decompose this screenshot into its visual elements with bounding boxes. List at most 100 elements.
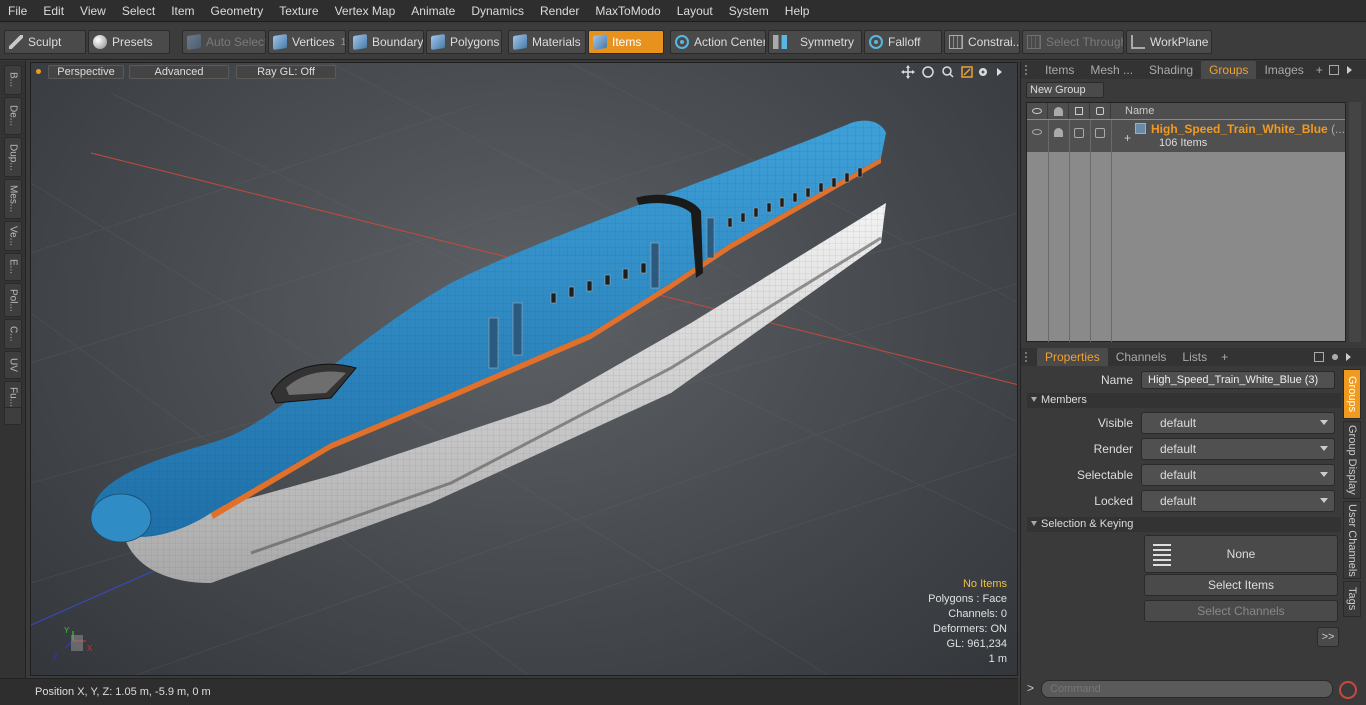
none-button[interactable]: None bbox=[1144, 535, 1338, 573]
select-items-button[interactable]: Select Items bbox=[1144, 574, 1338, 596]
row-eye-icon[interactable] bbox=[1032, 129, 1042, 135]
tab-lists[interactable]: Lists bbox=[1174, 348, 1215, 366]
left-tab-5[interactable]: E... bbox=[4, 253, 22, 281]
panel-menu-icon[interactable] bbox=[1346, 66, 1352, 74]
menu-dynamics[interactable]: Dynamics bbox=[463, 0, 532, 22]
constraints-button[interactable]: Constrai... bbox=[944, 30, 1020, 54]
scene-canvas: Y X Z bbox=[31, 63, 1017, 675]
left-tab-8[interactable]: UV bbox=[4, 351, 22, 379]
left-tab-4[interactable]: Ve... bbox=[4, 221, 22, 251]
menu-texture[interactable]: Texture bbox=[271, 0, 326, 22]
vtab-user-channels[interactable]: User Channels bbox=[1343, 501, 1361, 579]
panel-menu-icon-2[interactable] bbox=[1346, 353, 1352, 361]
3d-viewport[interactable]: Perspective Advanced Ray GL: Off Y X Z N… bbox=[30, 62, 1018, 676]
falloff-icon bbox=[869, 35, 883, 49]
row-lock-icon[interactable] bbox=[1095, 128, 1105, 138]
render-label: Render bbox=[1093, 442, 1133, 456]
add-tab-button[interactable]: + bbox=[1312, 61, 1327, 79]
render-dropdown[interactable]: default bbox=[1141, 438, 1335, 460]
main-toolbar: Sculpt Presets Auto Select Vertices 1 Bou… bbox=[0, 24, 1366, 60]
menu-render[interactable]: Render bbox=[532, 0, 587, 22]
row-select-icon[interactable] bbox=[1074, 128, 1084, 138]
items-button[interactable]: Items bbox=[588, 30, 664, 54]
left-tab-6[interactable]: Pol... bbox=[4, 283, 22, 317]
tab-shading[interactable]: Shading bbox=[1141, 61, 1201, 79]
add-prop-tab-button[interactable]: + bbox=[1215, 348, 1234, 366]
menu-item[interactable]: Item bbox=[163, 0, 202, 22]
command-prompt: > bbox=[1027, 681, 1035, 695]
selectable-dropdown[interactable]: default bbox=[1141, 464, 1335, 486]
left-tool-tabs: B... De... Dup... Mes... Ve... E... Pol... C...… bbox=[0, 61, 26, 681]
menu-geometry[interactable]: Geometry bbox=[203, 0, 272, 22]
left-tab-toggle-button[interactable] bbox=[4, 407, 22, 425]
select-through-button[interactable]: Select Through bbox=[1022, 30, 1124, 54]
groups-scrollbar[interactable] bbox=[1349, 102, 1361, 342]
polygons-button[interactable]: Polygons bbox=[426, 30, 502, 54]
action-center-button[interactable]: Action Center bbox=[670, 30, 766, 54]
boundary-button[interactable]: Boundary bbox=[348, 30, 424, 54]
symmetry-button[interactable]: Symmetry bbox=[768, 30, 862, 54]
menu-edit[interactable]: Edit bbox=[35, 0, 72, 22]
falloff-button[interactable]: Falloff bbox=[864, 30, 942, 54]
name-field[interactable]: High_Speed_Train_White_Blue (3) bbox=[1141, 371, 1335, 389]
groups-table-header: Name bbox=[1027, 103, 1345, 119]
workplane-button[interactable]: WorkPlane bbox=[1126, 30, 1212, 54]
members-section[interactable]: Members bbox=[1027, 393, 1341, 408]
vtab-tags[interactable]: Tags bbox=[1343, 581, 1361, 617]
tab-groups[interactable]: Groups bbox=[1201, 61, 1257, 79]
left-tab-7[interactable]: C... bbox=[4, 319, 22, 349]
gear-icon-2[interactable] bbox=[1330, 352, 1341, 362]
menu-select[interactable]: Select bbox=[114, 0, 163, 22]
render-row: Render default bbox=[1021, 438, 1341, 460]
materials-button[interactable]: Materials bbox=[508, 30, 586, 54]
sculpt-button[interactable]: Sculpt bbox=[4, 30, 86, 54]
auto-select-button[interactable]: Auto Select bbox=[182, 30, 266, 54]
expand-plus-icon[interactable]: + bbox=[1124, 131, 1131, 145]
maximize-icon-2[interactable] bbox=[1314, 352, 1325, 362]
vertices-button[interactable]: Vertices 1 bbox=[268, 30, 346, 54]
action-center-icon bbox=[675, 35, 689, 49]
group-name[interactable]: High_Speed_Train_White_Blue (... bbox=[1151, 122, 1345, 136]
menu-animate[interactable]: Animate bbox=[403, 0, 463, 22]
tab-items[interactable]: Items bbox=[1037, 61, 1082, 79]
tab-properties[interactable]: Properties bbox=[1037, 348, 1108, 366]
visible-dropdown[interactable]: default bbox=[1141, 412, 1335, 434]
presets-button[interactable]: Presets bbox=[88, 30, 170, 54]
left-tab-0[interactable]: B... bbox=[4, 65, 22, 95]
select-col-icon[interactable] bbox=[1069, 103, 1090, 119]
selectable-label: Selectable bbox=[1076, 468, 1133, 482]
locked-dropdown[interactable]: default bbox=[1141, 490, 1335, 512]
chevron-down-icon bbox=[1320, 472, 1328, 477]
row-render-icon[interactable] bbox=[1054, 128, 1063, 137]
record-icon[interactable] bbox=[1339, 681, 1357, 699]
info-deformers: Deformers: ON bbox=[933, 623, 1007, 635]
menu-help[interactable]: Help bbox=[777, 0, 818, 22]
materials-icon bbox=[513, 34, 527, 50]
vtab-groups[interactable]: Groups bbox=[1343, 369, 1361, 419]
selection-keying-section[interactable]: Selection & Keying bbox=[1027, 517, 1341, 532]
group-row[interactable]: + High_Speed_Train_White_Blue (... 106 I… bbox=[1027, 120, 1345, 152]
tab-mesh[interactable]: Mesh ... bbox=[1082, 61, 1141, 79]
visibility-col-icon[interactable] bbox=[1027, 103, 1048, 119]
new-group-button[interactable]: New Group bbox=[1026, 82, 1104, 98]
maximize-icon[interactable] bbox=[1328, 65, 1339, 75]
menu-file[interactable]: File bbox=[0, 0, 35, 22]
select-channels-button[interactable]: Select Channels bbox=[1144, 600, 1338, 622]
menu-maxtomodo[interactable]: MaxToModo bbox=[587, 0, 668, 22]
vtab-group-display[interactable]: Group Display bbox=[1343, 421, 1361, 499]
train-model[interactable] bbox=[90, 120, 886, 583]
menu-system[interactable]: System bbox=[721, 0, 777, 22]
tab-images[interactable]: Images bbox=[1256, 61, 1311, 79]
menu-vertex-map[interactable]: Vertex Map bbox=[327, 0, 404, 22]
tab-channels[interactable]: Channels bbox=[1108, 348, 1175, 366]
lock-col-icon[interactable] bbox=[1090, 103, 1111, 119]
left-tab-1[interactable]: De... bbox=[4, 97, 22, 135]
render-col-icon[interactable] bbox=[1048, 103, 1069, 119]
left-tab-3[interactable]: Mes... bbox=[4, 179, 22, 219]
menu-layout[interactable]: Layout bbox=[669, 0, 721, 22]
left-tab-2[interactable]: Dup... bbox=[4, 137, 22, 177]
more-button[interactable]: >> bbox=[1317, 627, 1339, 647]
name-column-header[interactable]: Name bbox=[1111, 105, 1154, 117]
menu-view[interactable]: View bbox=[72, 0, 114, 22]
command-input[interactable] bbox=[1041, 680, 1333, 698]
